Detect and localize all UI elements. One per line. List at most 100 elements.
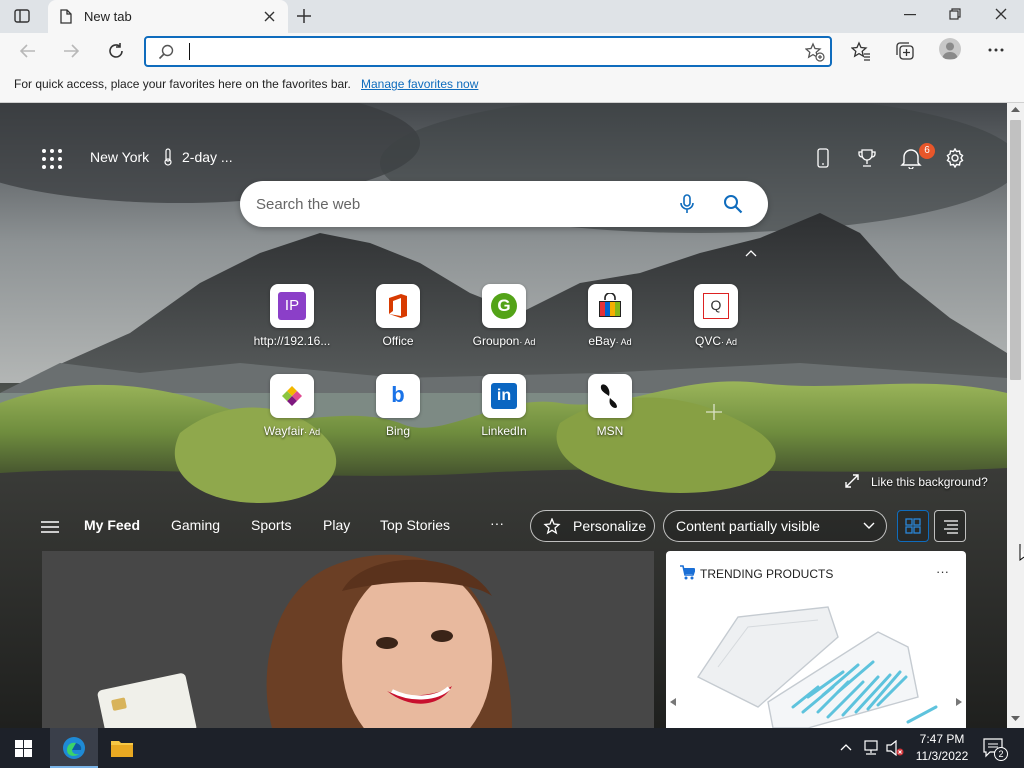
personalize-button[interactable]: Personalize: [530, 510, 655, 542]
web-search-box[interactable]: Search the web: [240, 181, 768, 227]
linkedin-icon: in: [491, 383, 517, 409]
favorites-icon[interactable]: [851, 41, 871, 61]
quick-link-label: http://192.16...: [253, 334, 331, 348]
tab-title: New tab: [84, 9, 132, 24]
product-image-pin-box: [696, 606, 938, 728]
notification-badge: 6: [919, 143, 935, 159]
new-tab-icon[interactable]: [296, 8, 312, 24]
quick-link-msn[interactable]: [588, 374, 632, 418]
scrollbar-thumb[interactable]: [1010, 120, 1021, 380]
quick-link-bing[interactable]: b: [376, 374, 420, 418]
like-background-link[interactable]: Like this background?: [871, 475, 988, 489]
quick-link-label: Wayfair· Ad: [263, 424, 321, 438]
page-settings-gear-icon[interactable]: [945, 148, 965, 168]
tab-actions-icon[interactable]: [14, 9, 30, 23]
back-icon[interactable]: [20, 44, 36, 58]
bing-icon: b: [391, 382, 405, 407]
action-center-badge: 2: [994, 747, 1008, 761]
feed-tab-top-stories[interactable]: Top Stories: [380, 517, 450, 533]
groupon-icon: G: [491, 293, 517, 319]
tab-new-tab[interactable]: New tab: [48, 0, 288, 33]
add-favorite-icon[interactable]: [805, 42, 825, 62]
profile-avatar[interactable]: [939, 38, 961, 60]
quick-link-label: Groupon· Ad: [472, 334, 536, 348]
minimize-icon[interactable]: [904, 14, 916, 16]
quick-link-ip[interactable]: IP: [270, 284, 314, 328]
page-scrollbar[interactable]: [1007, 103, 1024, 728]
feed-hero-card[interactable]: [42, 551, 654, 728]
collections-icon[interactable]: [895, 41, 915, 61]
network-icon[interactable]: [862, 740, 880, 756]
close-tab-icon[interactable]: [264, 11, 275, 22]
quick-link-label: QVC· Ad: [694, 334, 738, 348]
quick-link-office[interactable]: [376, 284, 420, 328]
feed-tab-sports[interactable]: Sports: [251, 517, 291, 533]
list-layout-button[interactable]: [934, 510, 966, 542]
ip-icon: IP: [278, 292, 306, 320]
feed-tab-my-feed[interactable]: My Feed: [84, 517, 140, 533]
location-label[interactable]: New York: [90, 149, 149, 165]
quick-link-label: eBay· Ad: [588, 334, 632, 348]
taskbar-time[interactable]: 7:47 PM: [917, 732, 967, 746]
weather-label[interactable]: 2-day ...: [182, 149, 233, 165]
office-icon: [387, 293, 409, 319]
expand-icon[interactable]: [845, 474, 859, 488]
search-placeholder: Search the web: [256, 196, 361, 213]
wayfair-icon: [281, 385, 303, 407]
thermometer-icon: [163, 148, 173, 166]
content-visibility-dropdown[interactable]: Content partially visible: [663, 510, 887, 542]
page-icon: [60, 9, 72, 24]
forward-icon[interactable]: [63, 44, 79, 58]
windows-taskbar: 7:47 PM 11/3/2022 2: [0, 728, 1024, 768]
quick-link-label: Office: [382, 334, 414, 348]
carousel-prev-icon[interactable]: [669, 697, 677, 707]
quick-link-wayfair[interactable]: [270, 374, 314, 418]
quick-link-label: Bing: [385, 424, 411, 438]
card-more-button[interactable]: ···: [936, 564, 949, 579]
text-cursor: [189, 43, 190, 60]
volume-muted-icon[interactable]: [886, 740, 904, 756]
content-visibility-value: Content partially visible: [676, 518, 820, 534]
taskbar-edge-button[interactable]: [50, 728, 98, 768]
tray-chevron-up-icon[interactable]: [840, 743, 852, 751]
quick-link-linkedin[interactable]: in: [482, 374, 526, 418]
quick-link-label: MSN: [596, 424, 624, 438]
feed-tab-gaming[interactable]: Gaming: [171, 517, 220, 533]
trending-products-title: TRENDING PRODUCTS: [700, 567, 834, 581]
trending-products-card[interactable]: TRENDING PRODUCTS ···: [666, 551, 966, 728]
apps-launcher-icon[interactable]: [42, 149, 62, 169]
collapse-chevron-icon[interactable]: [745, 249, 757, 257]
manage-favorites-link[interactable]: Manage favorites now: [361, 77, 478, 91]
search-submit-icon[interactable]: [723, 194, 743, 214]
grid-icon: [905, 518, 921, 534]
quick-link-ebay[interactable]: [588, 284, 632, 328]
feed-more-button[interactable]: ···: [490, 515, 504, 531]
restore-icon[interactable]: [949, 8, 961, 20]
sparkle-star-icon: [543, 518, 561, 536]
rewards-trophy-icon[interactable]: [858, 148, 876, 168]
quick-link-qvc[interactable]: Q: [694, 284, 738, 328]
feed-tab-play[interactable]: Play: [323, 517, 350, 533]
refresh-icon[interactable]: [107, 42, 125, 60]
favorites-bar: For quick access, place your favorites h…: [0, 69, 1024, 103]
file-explorer-icon[interactable]: [110, 737, 134, 759]
scroll-up-arrow-icon[interactable]: [1011, 106, 1020, 112]
close-window-icon[interactable]: [995, 8, 1007, 20]
settings-more-icon[interactable]: [988, 48, 1004, 52]
quick-link-groupon[interactable]: G: [482, 284, 526, 328]
shopping-cart-icon: [679, 565, 695, 580]
address-bar[interactable]: [144, 36, 832, 67]
feed-menu-icon[interactable]: [41, 521, 59, 533]
qvc-icon: Q: [703, 293, 729, 319]
quick-link-label: LinkedIn: [481, 424, 527, 438]
taskbar-date[interactable]: 11/3/2022: [912, 749, 972, 763]
microphone-icon[interactable]: [680, 194, 694, 214]
grid-layout-button[interactable]: [897, 510, 929, 542]
add-quick-link-icon[interactable]: [705, 403, 723, 421]
carousel-next-icon[interactable]: [955, 697, 963, 707]
scroll-down-arrow-icon[interactable]: [1011, 716, 1020, 722]
mobile-icon[interactable]: [817, 148, 829, 168]
windows-start-icon[interactable]: [15, 740, 32, 757]
ebay-bag-icon: [598, 293, 622, 319]
chevron-down-icon: [863, 522, 875, 530]
